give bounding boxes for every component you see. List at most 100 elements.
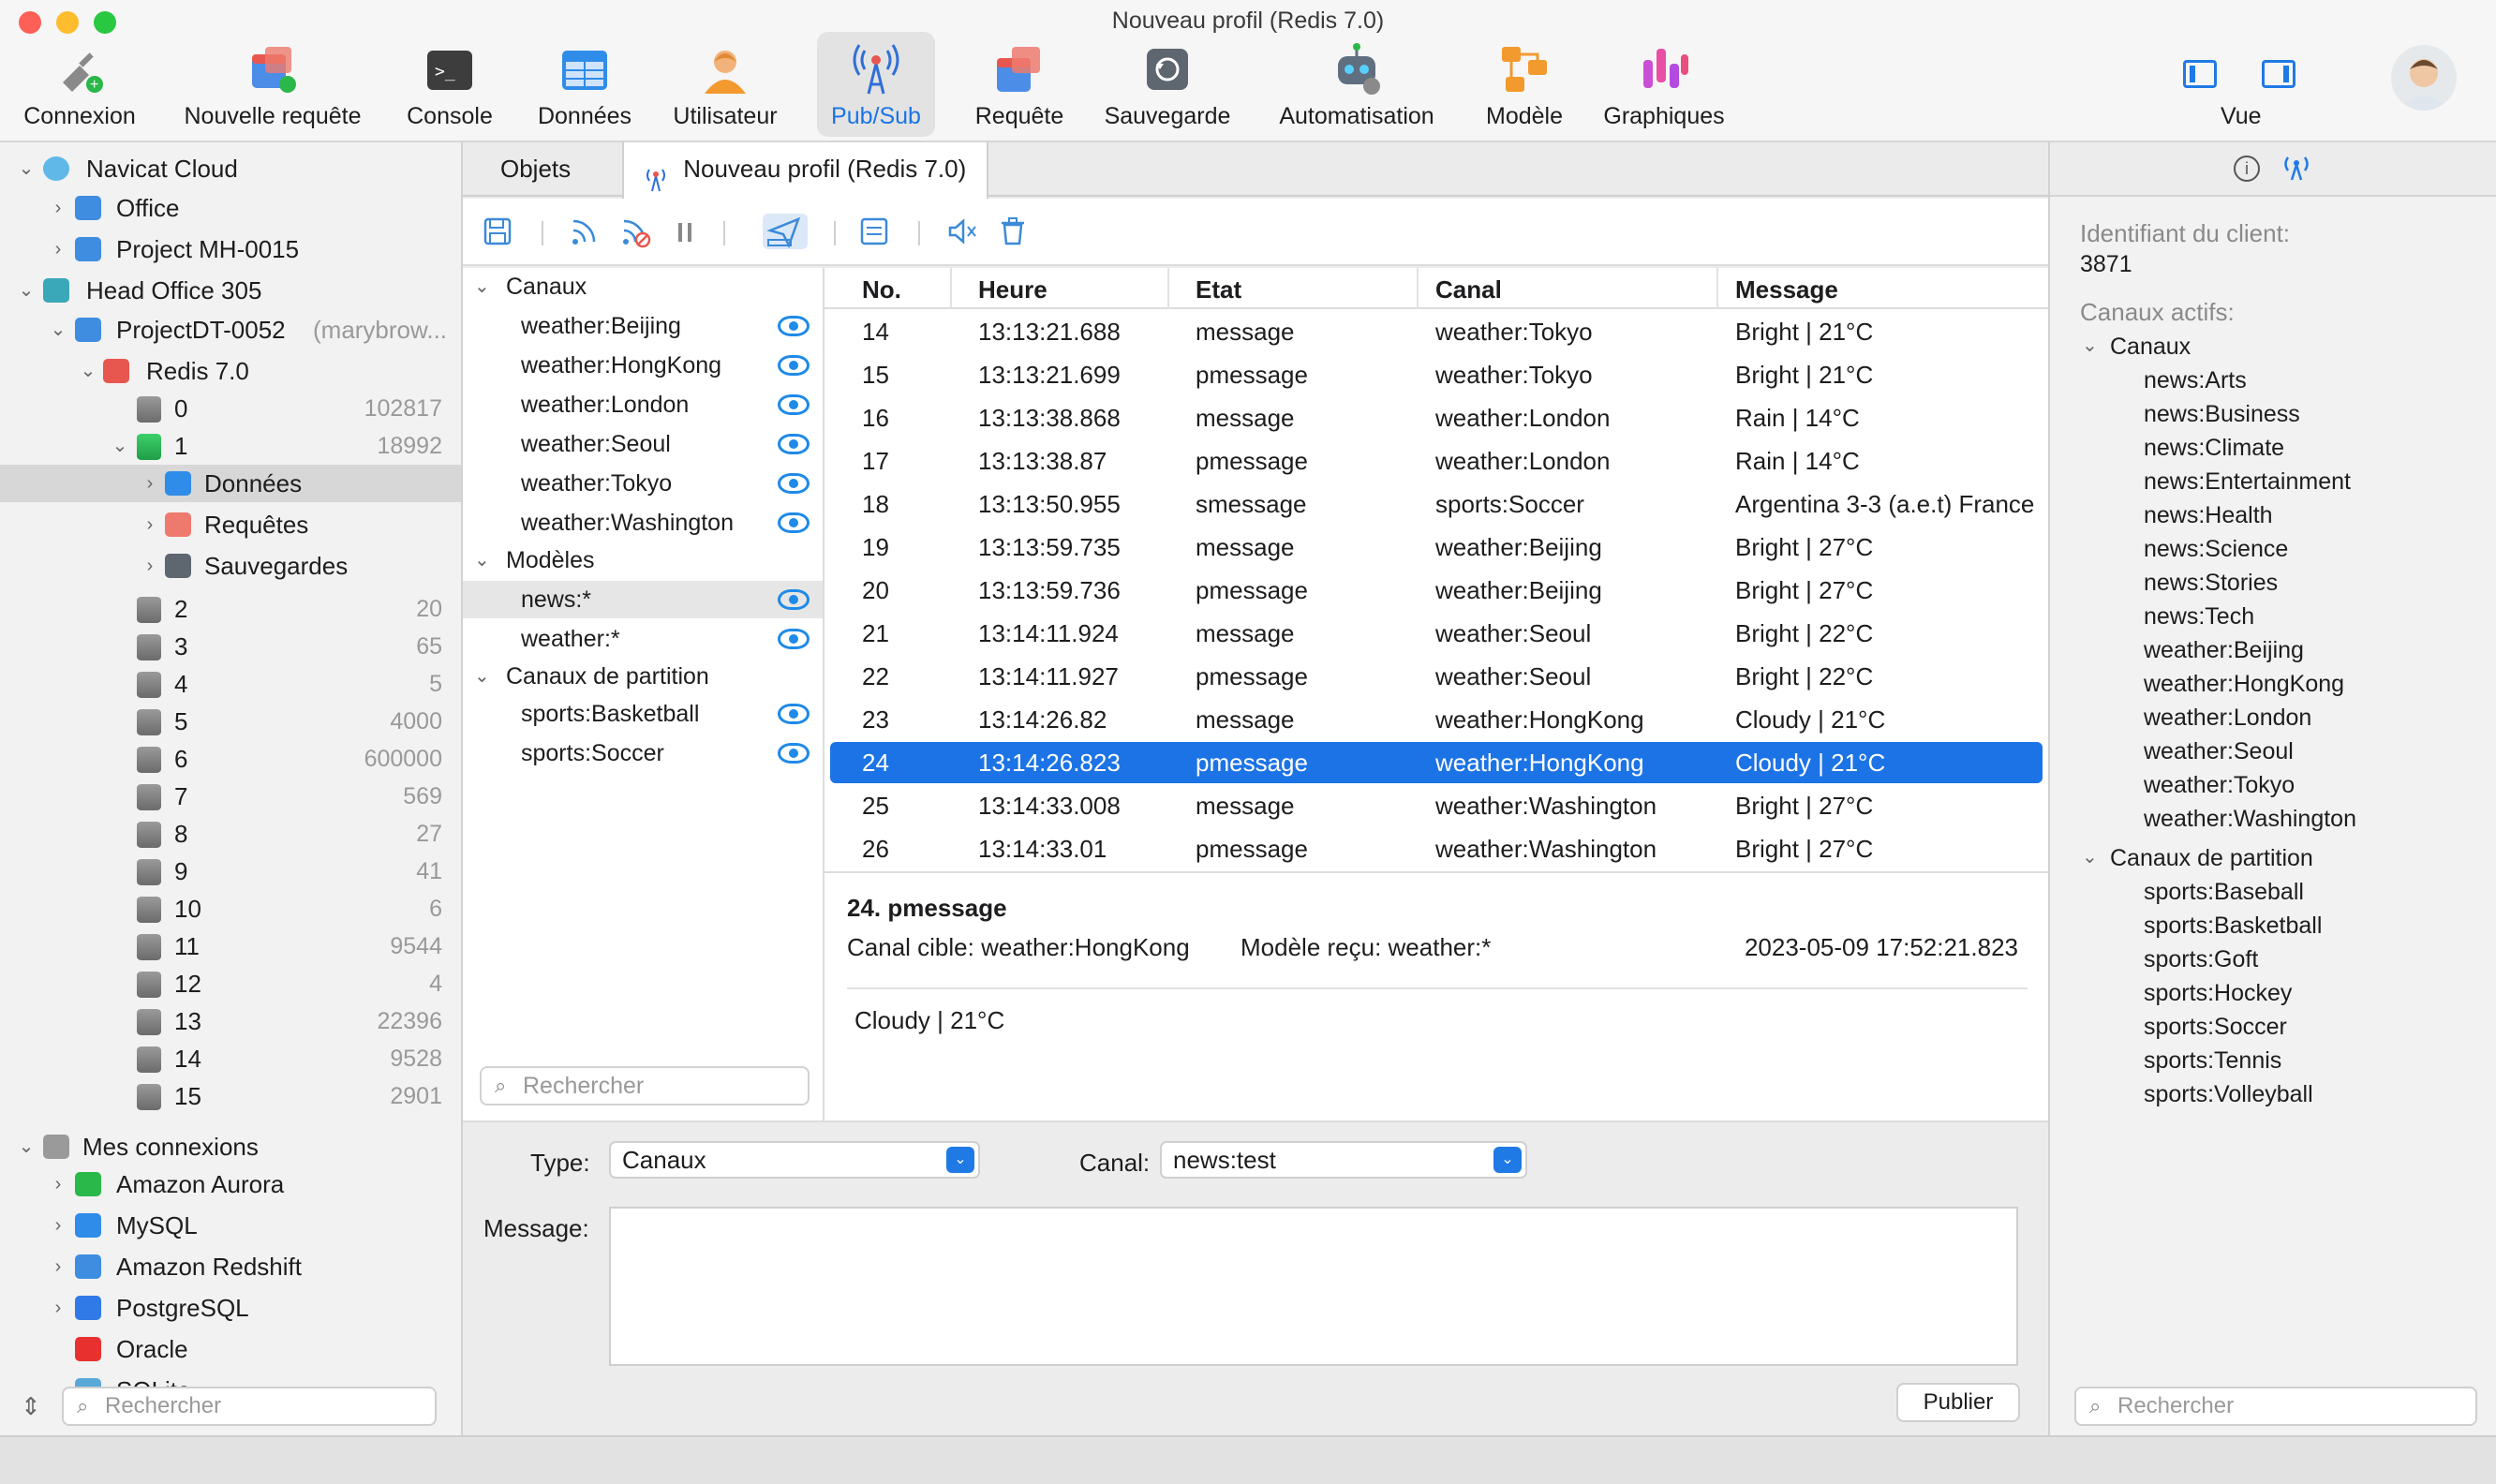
info-icon[interactable]: i — [2234, 156, 2260, 182]
tree-db-15[interactable]: 15 2901 — [0, 1077, 461, 1115]
tree-db-2[interactable]: 2 20 — [0, 590, 461, 628]
tree-connection[interactable]: › PostgreSQL — [0, 1289, 461, 1327]
query-button[interactable]: Requête — [965, 32, 1074, 137]
chevron-right-icon[interactable]: › — [141, 506, 159, 543]
table-row[interactable]: 23 13:14:26.82 message weather:HongKong Clou… — [830, 699, 2043, 740]
charts-button[interactable]: Graphiques — [1598, 32, 1730, 137]
canal-select[interactable]: news:test ⌄ — [1160, 1141, 1527, 1179]
save-icon[interactable] — [480, 214, 515, 249]
tree-connection[interactable]: Oracle — [0, 1330, 461, 1368]
tree-db-9[interactable]: 9 41 — [0, 853, 461, 890]
column-header-message[interactable]: Message — [1718, 268, 2048, 309]
tree-connection[interactable]: › MySQL — [0, 1207, 461, 1244]
tree-connection[interactable]: › Amazon Aurora — [0, 1165, 461, 1203]
tree-donnees[interactable]: › Données — [0, 465, 461, 502]
group-canaux[interactable]: ⌄ Canaux — [463, 268, 823, 305]
table-row[interactable]: 15 13:13:21.699 pmessage weather:Tokyo Brigh… — [830, 354, 2043, 395]
avatar[interactable] — [2391, 45, 2457, 111]
chevron-down-icon[interactable]: ⌄ — [474, 542, 490, 579]
table-row[interactable]: 25 13:14:33.008 message weather:Washington B… — [830, 785, 2043, 826]
table-row[interactable]: 17 13:13:38.87 pmessage weather:London Rain … — [830, 440, 2043, 482]
subscribe-icon[interactable] — [566, 214, 602, 249]
user-button[interactable]: Utilisateur — [661, 32, 789, 137]
tree-mes-connexions[interactable]: ⌄ Mes connexions — [0, 1128, 461, 1165]
console-button[interactable]: >_ Console — [394, 32, 506, 137]
table-row[interactable]: 16 13:13:38.868 message weather:London Rain … — [830, 397, 2043, 438]
chevron-down-icon[interactable]: ⌄ — [17, 272, 36, 309]
new-query-button[interactable]: Nouvelle requête — [174, 32, 371, 137]
tree-requetes[interactable]: › Requêtes — [0, 506, 461, 543]
eye-icon[interactable] — [778, 394, 810, 415]
channel-item[interactable]: weather:Washington — [463, 504, 823, 542]
tree-office[interactable]: › Office — [0, 189, 461, 227]
eye-icon[interactable] — [778, 434, 810, 454]
chevron-right-icon[interactable]: › — [141, 465, 159, 502]
chevron-down-icon[interactable]: ⌄ — [17, 1128, 36, 1165]
table-row[interactable]: 20 13:13:59.736 pmessage weather:Beijing Bri… — [830, 570, 2043, 611]
chevron-down-icon[interactable]: ⌄ — [49, 311, 67, 349]
sidebar-left-toggle-icon[interactable] — [2183, 60, 2217, 88]
publish-button[interactable]: Publier — [1896, 1383, 2020, 1422]
tree-db-13[interactable]: 13 22396 — [0, 1002, 461, 1040]
channel-item[interactable]: weather:London — [463, 386, 823, 423]
channel-item[interactable]: weather:Beijing — [463, 307, 823, 345]
pattern-item[interactable]: news:* — [463, 581, 823, 618]
publish-panel-icon[interactable] — [763, 214, 808, 249]
group-modeles[interactable]: ⌄ Modèles — [463, 542, 823, 579]
tree-db-14[interactable]: 14 9528 — [0, 1040, 461, 1077]
tree-sauvegardes[interactable]: › Sauvegardes — [0, 547, 461, 585]
shard-channel-item[interactable]: sports:Basketball — [463, 695, 823, 733]
tab-objets[interactable]: Objets — [480, 142, 591, 197]
column-header-no[interactable]: No. — [825, 268, 952, 309]
channel-search-input[interactable]: ⌕ Rechercher — [480, 1066, 810, 1106]
chevron-right-icon[interactable]: › — [49, 189, 67, 227]
filter-icon[interactable]: ⇕ — [21, 1392, 41, 1421]
tree-redis[interactable]: ⌄ Redis 7.0 — [0, 352, 461, 390]
tree-db-11[interactable]: 11 9544 — [0, 928, 461, 965]
sidebar-right-toggle-icon[interactable] — [2262, 60, 2295, 88]
tree-db-5[interactable]: 5 4000 — [0, 703, 461, 740]
chevron-down-icon[interactable]: ⌄ — [474, 268, 490, 305]
broadcast-tower-icon[interactable] — [2282, 154, 2310, 182]
table-row[interactable]: 19 13:13:59.735 message weather:Beijing Brig… — [830, 527, 2043, 568]
table-row[interactable]: 24 13:14:26.823 pmessage weather:HongKong Cl… — [830, 742, 2043, 783]
eye-icon[interactable] — [778, 704, 810, 724]
data-button[interactable]: Données — [528, 32, 641, 137]
table-row[interactable]: 22 13:14:11.927 pmessage weather:Seoul Brigh… — [830, 656, 2043, 697]
pause-icon[interactable] — [667, 214, 703, 249]
tree-db-10[interactable]: 10 6 — [0, 890, 461, 928]
chevron-right-icon[interactable]: › — [49, 230, 67, 268]
info-search-input[interactable]: ⌕ Rechercher — [2074, 1387, 2477, 1426]
table-row[interactable]: 14 13:13:21.688 message weather:Tokyo Bright… — [830, 311, 2043, 352]
chevron-right-icon[interactable]: › — [49, 1289, 67, 1327]
tree-db-3[interactable]: 3 65 — [0, 628, 461, 665]
tree-db-12[interactable]: 12 4 — [0, 965, 461, 1002]
eye-icon[interactable] — [778, 473, 810, 494]
channel-item[interactable]: weather:HongKong — [463, 347, 823, 384]
chevron-right-icon[interactable]: › — [49, 1165, 67, 1203]
tree-db-6[interactable]: 6 600000 — [0, 740, 461, 778]
chevron-down-icon[interactable]: ⌄ — [2082, 845, 2098, 868]
eye-icon[interactable] — [778, 316, 810, 336]
chevron-down-icon[interactable]: ⌄ — [79, 352, 97, 390]
chevron-right-icon[interactable]: › — [141, 547, 159, 585]
tree-navicat-cloud[interactable]: ⌄ Navicat Cloud — [0, 150, 461, 187]
tree-db-1[interactable]: ⌄ 1 18992 — [0, 427, 461, 465]
eye-icon[interactable] — [778, 629, 810, 649]
pubsub-button[interactable]: Pub/Sub — [817, 32, 935, 137]
chevron-right-icon[interactable]: › — [49, 1248, 67, 1285]
chevron-down-icon[interactable]: ⌄ — [17, 150, 36, 187]
automation-button[interactable]: Automatisation — [1265, 32, 1449, 137]
eye-icon[interactable] — [778, 512, 810, 533]
unsubscribe-icon[interactable] — [617, 214, 652, 249]
shard-channel-item[interactable]: sports:Soccer — [463, 735, 823, 772]
table-row[interactable]: 21 13:14:11.924 message weather:Seoul Bright… — [830, 613, 2043, 654]
tree-connection[interactable]: › Amazon Redshift — [0, 1248, 461, 1285]
tree-head-office[interactable]: ⌄ Head Office 305 — [0, 272, 461, 309]
chevron-down-icon[interactable]: ⌄ — [474, 658, 490, 695]
connexion-button[interactable]: +⌄ Connexion — [9, 32, 150, 137]
tree-db-7[interactable]: 7 569 — [0, 778, 461, 815]
backup-button[interactable]: Sauvegarde — [1096, 32, 1239, 137]
tree-project-dt[interactable]: ⌄ ProjectDT-0052 (marybrow... — [0, 311, 461, 349]
pattern-item[interactable]: weather:* — [463, 620, 823, 658]
